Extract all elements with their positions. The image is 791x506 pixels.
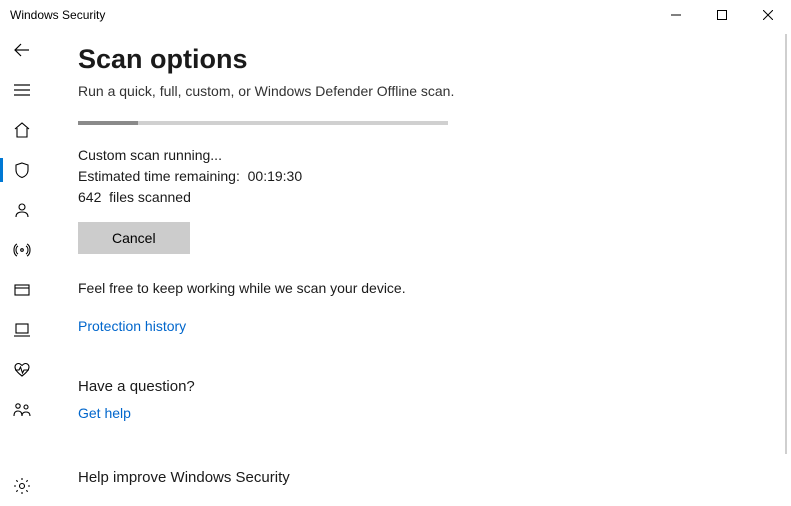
sidebar-item-security[interactable] [0, 150, 44, 190]
scan-time-line: Estimated time remaining: 00:19:30 [78, 166, 771, 187]
scan-note: Feel free to keep working while we scan … [78, 280, 771, 296]
feedback-heading: Help improve Windows Security [78, 469, 771, 486]
scan-progress-bar [78, 121, 448, 125]
title-bar: Windows Security [0, 0, 791, 30]
sidebar-item-family[interactable] [0, 390, 44, 430]
sidebar-item-home[interactable] [0, 110, 44, 150]
protection-history-link[interactable]: Protection history [78, 318, 186, 334]
help-heading: Have a question? [78, 378, 771, 395]
caption-buttons [653, 0, 791, 30]
page-subtitle: Run a quick, full, custom, or Windows De… [78, 83, 771, 99]
scan-files-count: 642 [78, 189, 101, 205]
scan-time-value: 00:19:30 [248, 168, 303, 184]
menu-button[interactable] [0, 70, 44, 110]
sidebar-item-settings[interactable] [0, 466, 44, 506]
get-help-link[interactable]: Get help [78, 405, 131, 421]
sidebar-item-health[interactable] [0, 350, 44, 390]
window-title: Windows Security [10, 8, 105, 22]
back-button[interactable] [0, 30, 44, 70]
scan-files-label: files scanned [109, 189, 191, 205]
sidebar-item-account[interactable] [0, 190, 44, 230]
main-content: Scan options Run a quick, full, custom, … [44, 30, 791, 506]
scan-status-label: Custom scan running... [78, 145, 771, 166]
page-title: Scan options [78, 44, 771, 75]
sidebar-item-firewall[interactable] [0, 230, 44, 270]
scan-time-label: Estimated time remaining: [78, 168, 240, 184]
sidebar-item-device[interactable] [0, 310, 44, 350]
scan-status: Custom scan running... Estimated time re… [78, 145, 771, 208]
minimize-button[interactable] [653, 0, 699, 30]
maximize-button[interactable] [699, 0, 745, 30]
scan-files-line: 642 files scanned [78, 187, 771, 208]
sidebar-item-app-browser[interactable] [0, 270, 44, 310]
cancel-button[interactable]: Cancel [78, 222, 190, 254]
scrollbar[interactable] [785, 34, 787, 454]
close-button[interactable] [745, 0, 791, 30]
sidebar [0, 30, 44, 506]
